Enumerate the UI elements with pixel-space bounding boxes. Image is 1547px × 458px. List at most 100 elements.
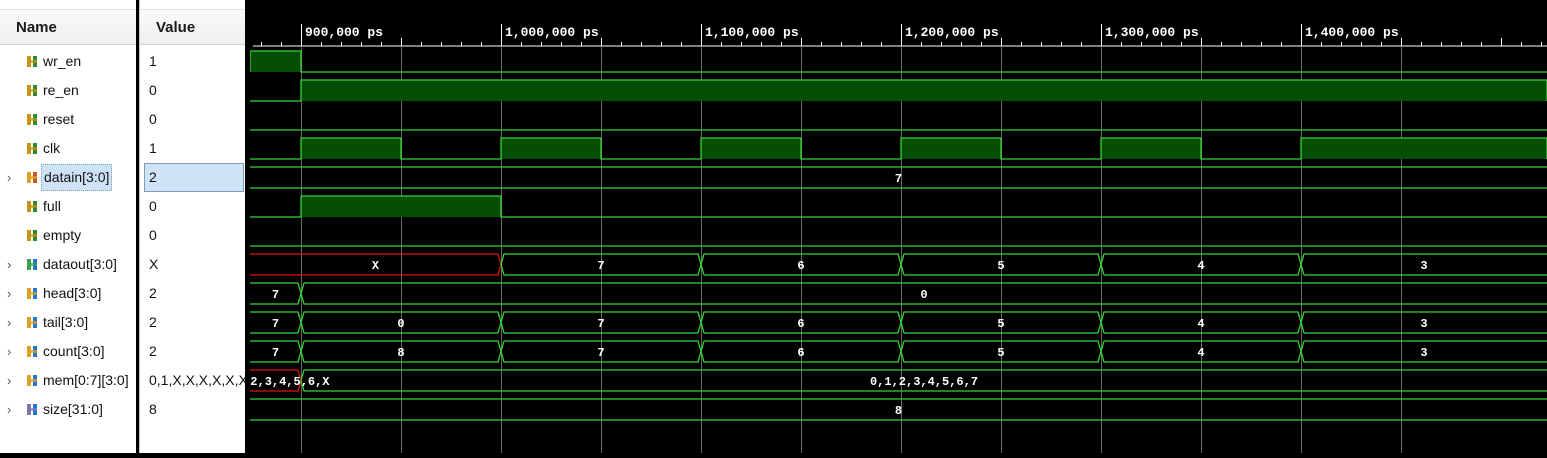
signal-value[interactable]: 0,1,X,X,X,X,X,X [140, 366, 248, 395]
bit-signal-icon [27, 56, 37, 67]
expand-chevron-icon[interactable]: › [7, 308, 17, 337]
bit-signal-icon [27, 201, 37, 212]
signal-value[interactable]: 2 [140, 337, 245, 366]
bit-signal-icon [27, 230, 37, 241]
bus-value-label: 6 [797, 317, 804, 331]
bus-value-label: 0,1,2,3,4,5,6,X [250, 375, 330, 389]
ruler-label: 900,000 ps [305, 25, 383, 40]
output-bus-icon [27, 259, 37, 270]
bus-value-label: 7 [895, 172, 902, 186]
waveform-viewer[interactable]: 900,000 ps 1,000,000 ps 1,100,000 ps 1,200,… [201, 0, 1547, 453]
internal-bus-icon [27, 317, 37, 328]
signal-value[interactable]: 2 [140, 279, 245, 308]
waveform-high-pulse[interactable] [301, 196, 501, 217]
value-column: Value 1 0 0 1 2 0 0 X 2 2 2 0,1,X,X,X,X,X,X 8 [139, 0, 248, 453]
bus-value-label: 3 [1420, 259, 1427, 273]
bus-value-label: 0 [920, 288, 927, 302]
bit-signal-icon [27, 143, 37, 154]
bus-value-label: 0,1,2,3,4,5,6,7 [870, 375, 978, 389]
signal-row[interactable]: full [0, 192, 136, 221]
signal-row[interactable]: › count[3:0] [0, 337, 136, 366]
signal-row[interactable]: re_en [0, 76, 136, 105]
expand-chevron-icon[interactable]: › [7, 250, 17, 279]
bit-signal-icon [27, 85, 37, 96]
bus-value-label: 6 [797, 346, 804, 360]
bus-value-label: 7 [272, 317, 279, 331]
expand-chevron-icon[interactable]: › [7, 279, 17, 308]
signal-value[interactable]: X [140, 250, 245, 279]
signal-value[interactable]: 0 [140, 192, 245, 221]
waveform-canvas[interactable]: 900,000 ps 1,000,000 ps 1,100,000 ps 1,200,… [201, 0, 1547, 453]
signal-value[interactable]: 0 [140, 105, 245, 134]
waveform-high-pulse[interactable] [250, 51, 301, 72]
bus-value-label: X [372, 259, 380, 273]
bus-value-label: 5 [997, 346, 1004, 360]
ruler-label: 1,100,000 ps [705, 25, 799, 40]
internal-bus-icon [27, 288, 37, 299]
signal-row[interactable]: › tail[3:0] [0, 308, 136, 337]
bus-value-label: 8 [895, 404, 902, 418]
waveform-high-pulse[interactable] [1101, 138, 1201, 159]
signal-row[interactable]: empty [0, 221, 136, 250]
waveform-trace[interactable] [249, 50, 1547, 73]
waveform-high-pulse[interactable] [301, 80, 1547, 101]
internal-bus-icon [27, 346, 37, 357]
signal-value[interactable]: 1 [140, 134, 245, 163]
signal-row[interactable]: › datain[3:0] [0, 163, 136, 192]
signal-name: reset [43, 111, 75, 127]
bus-value-label: 7 [272, 288, 279, 302]
signal-row[interactable]: clk [0, 134, 136, 163]
ruler-label: 1,400,000 ps [1305, 25, 1399, 40]
signal-row[interactable]: › size[31:0] [0, 395, 136, 424]
signal-value[interactable]: 0 [140, 221, 245, 250]
signal-row[interactable]: › dataout[3:0] [0, 250, 136, 279]
signal-name: count[3:0] [43, 343, 105, 359]
signal-name: full [43, 198, 61, 214]
ruler-label: 1,300,000 ps [1105, 25, 1199, 40]
input-bus-icon [27, 172, 37, 183]
ruler-label: 1,000,000 ps [505, 25, 599, 40]
signal-name: empty [43, 227, 82, 243]
expand-chevron-icon[interactable]: › [7, 366, 17, 395]
waveform-high-pulse[interactable] [501, 138, 601, 159]
signal-value[interactable]: 8 [140, 395, 245, 424]
waveform-high-pulse[interactable] [301, 138, 401, 159]
signal-value[interactable]: 0 [140, 76, 245, 105]
expand-chevron-icon[interactable]: › [7, 163, 17, 192]
ruler-label: 1,200,000 ps [905, 25, 999, 40]
bus-value-label: 4 [1197, 259, 1204, 273]
signal-name: head[3:0] [43, 285, 102, 301]
signal-row[interactable]: › mem[0:7][3:0] [0, 366, 136, 395]
bus-value-label: 8 [397, 346, 404, 360]
waveform-high-pulse[interactable] [1301, 138, 1547, 159]
signal-row[interactable]: wr_en [0, 47, 136, 76]
signal-row[interactable]: › head[3:0] [0, 279, 136, 308]
bus-value-label: 4 [1197, 346, 1204, 360]
bus-value-label: 6 [797, 259, 804, 273]
parameter-icon [27, 404, 37, 415]
signal-name: clk [43, 140, 61, 156]
bus-value-label: 7 [597, 259, 604, 273]
signal-row[interactable]: reset [0, 105, 136, 134]
signal-name: dataout[3:0] [43, 256, 117, 272]
signal-value[interactable]: 2 [144, 163, 244, 192]
name-column-header[interactable]: Name [0, 9, 136, 45]
expand-chevron-icon[interactable]: › [7, 395, 17, 424]
value-column-header[interactable]: Value [140, 9, 245, 45]
signal-name: datain[3:0] [41, 164, 113, 191]
expand-chevron-icon[interactable]: › [7, 337, 17, 366]
bus-value-label: 5 [997, 259, 1004, 273]
signal-name: re_en [43, 82, 79, 98]
signal-value[interactable]: 1 [140, 47, 245, 76]
internal-bus-icon [27, 375, 37, 386]
name-column: Name wr_en re_enreset clk › datain[3:0] full e… [0, 0, 137, 453]
waveform-high-pulse[interactable] [901, 138, 1001, 159]
signal-value[interactable]: 2 [140, 308, 245, 337]
signal-name: wr_en [43, 53, 82, 69]
waveform-high-pulse[interactable] [701, 138, 801, 159]
bus-value-label: 0 [397, 317, 404, 331]
bus-value-label: 7 [597, 346, 604, 360]
signal-name: size[31:0] [43, 401, 103, 417]
bus-value-label: 7 [597, 317, 604, 331]
bus-value-label: 4 [1197, 317, 1204, 331]
